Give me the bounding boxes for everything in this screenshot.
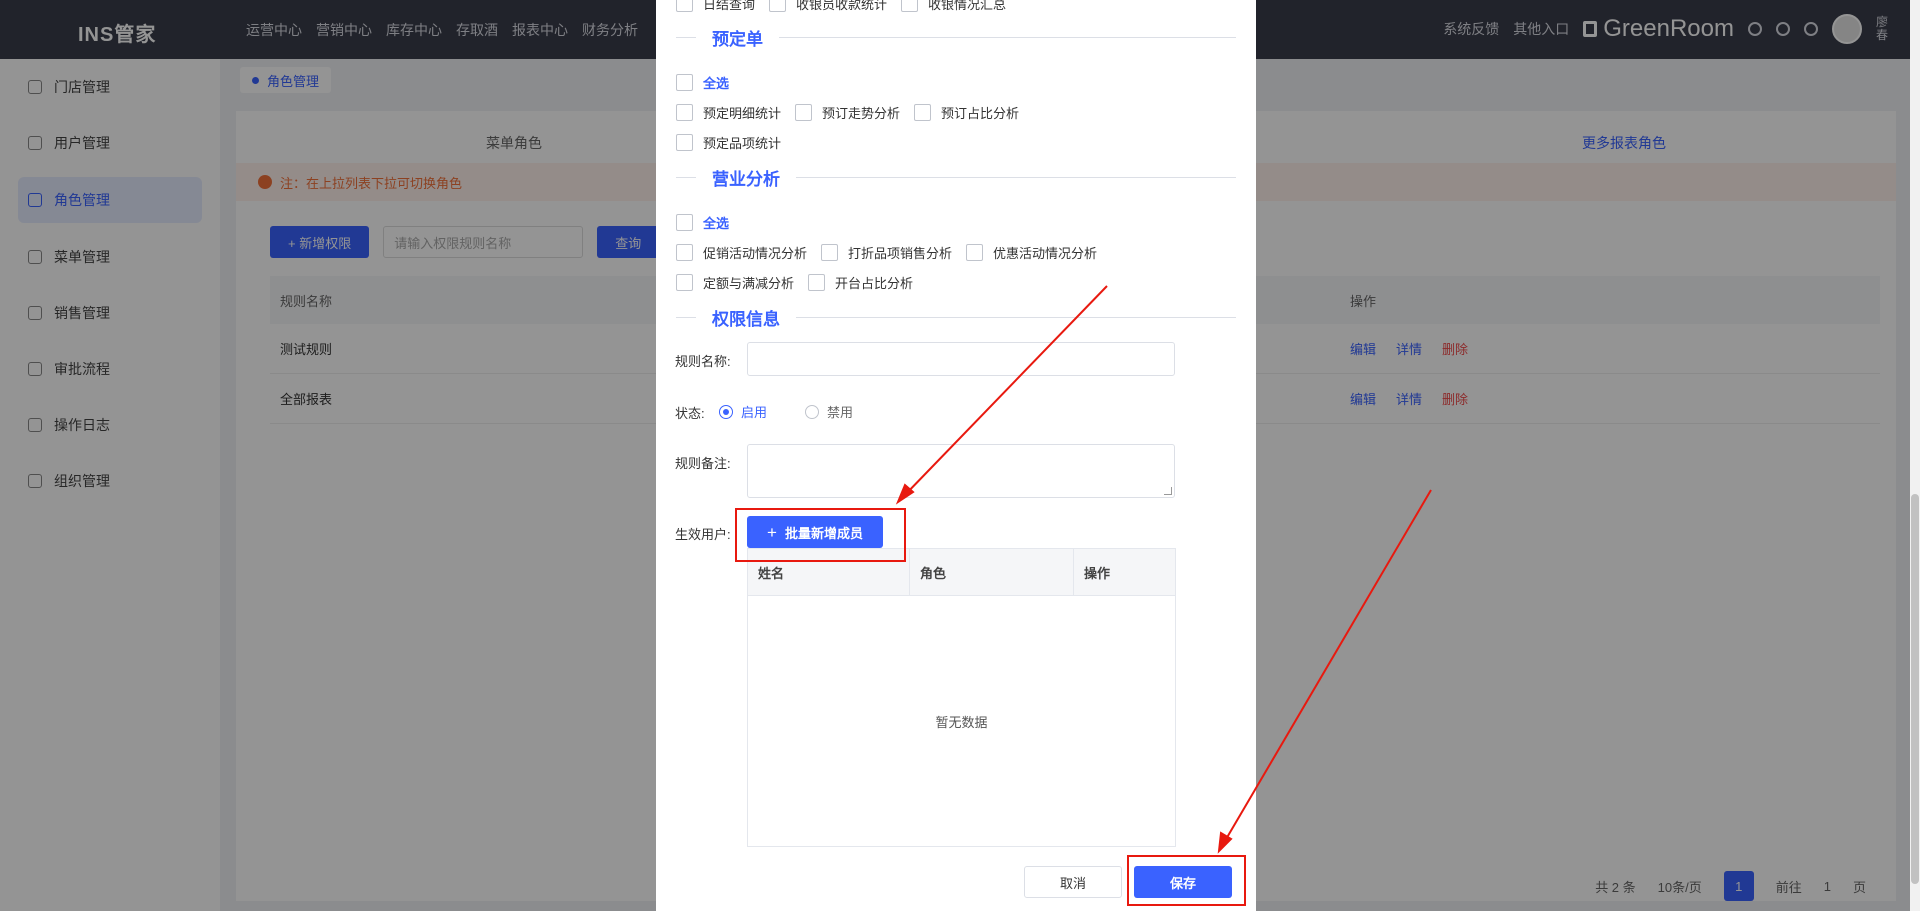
checkbox-box[interactable] (676, 74, 693, 91)
status-radio-enabled[interactable]: 启用 (719, 402, 767, 421)
checkbox-table-share[interactable]: 开台占比分析 (808, 273, 913, 292)
checkbox-box[interactable] (821, 244, 839, 261)
divider (676, 316, 696, 318)
checkbox-row: 预定明细统计 预订走势分析 预订占比分析 (676, 103, 1033, 122)
column-header-role: 角色 (910, 549, 1074, 595)
status-label: 状态: (675, 406, 705, 421)
checkbox-box[interactable] (901, 0, 919, 12)
section-title: 营业分析 (712, 169, 780, 189)
divider (779, 36, 1236, 38)
checkbox-select-all-booking[interactable]: 全选 (676, 73, 729, 92)
column-header-name: 姓名 (748, 549, 910, 595)
checkbox-box[interactable] (808, 274, 826, 291)
cancel-button[interactable]: 取消 (1024, 866, 1122, 898)
divider (796, 176, 1236, 178)
checkbox-label: 预订占比分析 (941, 106, 1020, 121)
checkbox-box[interactable] (795, 104, 813, 121)
checkbox-box[interactable] (676, 214, 693, 231)
checkbox-label: 收银员收款统计 (796, 0, 888, 12)
checkbox-box[interactable] (914, 104, 932, 121)
checkbox-promo-analysis[interactable]: 促销活动情况分析 (676, 243, 807, 262)
checkbox-cash-summary[interactable]: 收银情况汇总 (901, 0, 1006, 13)
radio-label: 禁用 (827, 405, 854, 420)
empty-state: 暂无数据 (935, 714, 988, 730)
checkbox-label: 预定明细统计 (703, 106, 782, 121)
radio-label: 启用 (741, 405, 768, 420)
checkbox-row: 定额与满减分析 开台占比分析 (676, 273, 927, 292)
checkbox-label: 定额与满减分析 (703, 276, 795, 291)
checkbox-label: 日结查询 (703, 0, 756, 12)
checkbox-box[interactable] (769, 0, 787, 12)
checkbox-box[interactable] (676, 274, 693, 291)
checkbox-label: 开台占比分析 (835, 276, 914, 291)
section-booking: 预定单 (676, 26, 1236, 49)
checkbox-booking-share[interactable]: 预订占比分析 (914, 103, 1019, 122)
rule-name-label: 规则名称: (675, 354, 731, 369)
checkbox-label: 促销活动情况分析 (703, 246, 808, 261)
effective-users-label: 生效用户: (675, 527, 731, 542)
remark-label: 规则备注: (675, 456, 731, 471)
checkbox-fixed-discount[interactable]: 定额与满减分析 (676, 273, 794, 292)
checkbox-row: 促销活动情况分析 打折品项销售分析 优惠活动情况分析 (676, 243, 1111, 262)
save-button[interactable]: 保存 (1134, 866, 1232, 898)
plus-icon: + (767, 522, 777, 542)
rule-name-input[interactable] (747, 342, 1175, 376)
checkbox-row: 日结查询 收银员收款统计 收银情况汇总 (676, 0, 1020, 13)
checkbox-label: 预定品项统计 (703, 136, 782, 151)
section-title: 预定单 (712, 29, 763, 49)
scroll-thumb[interactable] (1911, 494, 1919, 884)
checkbox-box[interactable] (966, 244, 984, 261)
checkbox-row: 全选 (676, 73, 743, 92)
divider (796, 316, 1236, 318)
checkbox-label: 收银情况汇总 (928, 0, 1007, 12)
checkbox-label: 全选 (703, 76, 730, 91)
checkbox-discount-items[interactable]: 打折品项销售分析 (821, 243, 952, 262)
checkbox-label: 优惠活动情况分析 (993, 246, 1098, 261)
checkbox-booking-items[interactable]: 预定品项统计 (676, 133, 781, 152)
checkbox-daily-query[interactable]: 日结查询 (676, 0, 755, 13)
resize-grip-icon[interactable] (1164, 487, 1172, 495)
table-header: 姓名 角色 操作 (748, 549, 1175, 596)
checkbox-box[interactable] (676, 134, 693, 151)
remark-textarea[interactable] (747, 444, 1175, 498)
radio-dot[interactable] (719, 404, 733, 419)
permission-dialog: 日结查询 收银员收款统计 收银情况汇总 预定单 全选 预定明细统计 预订走势分析… (656, 0, 1256, 911)
checkbox-label: 全选 (703, 216, 730, 231)
checkbox-booking-detail[interactable]: 预定明细统计 (676, 103, 781, 122)
status-radio-disabled[interactable]: 禁用 (805, 402, 853, 421)
checkbox-box[interactable] (676, 104, 693, 121)
divider (676, 36, 696, 38)
checkbox-select-all-business[interactable]: 全选 (676, 213, 729, 232)
section-title: 权限信息 (712, 309, 780, 329)
button-label: 批量新增成员 (784, 525, 863, 541)
checkbox-label: 打折品项销售分析 (848, 246, 953, 261)
section-business: 营业分析 (676, 166, 1236, 189)
checkbox-coupon-analysis[interactable]: 优惠活动情况分析 (966, 243, 1097, 262)
checkbox-row: 预定品项统计 (676, 133, 795, 152)
page-scrollbar[interactable] (1910, 0, 1920, 911)
divider (676, 176, 696, 178)
status-radio-group: 启用 禁用 (719, 402, 891, 421)
checkbox-row: 全选 (676, 213, 743, 232)
checkbox-cashier-stats[interactable]: 收银员收款统计 (769, 0, 887, 13)
section-permission: 权限信息 (676, 306, 1236, 329)
radio-dot[interactable] (805, 404, 820, 419)
member-table: 姓名 角色 操作 暂无数据 (747, 548, 1176, 847)
checkbox-box[interactable] (676, 0, 693, 12)
column-header-actions: 操作 (1084, 565, 1111, 581)
checkbox-label: 预订走势分析 (822, 106, 901, 121)
checkbox-booking-trend[interactable]: 预订走势分析 (795, 103, 900, 122)
batch-add-members-button[interactable]: + 批量新增成员 (747, 516, 883, 548)
checkbox-box[interactable] (676, 244, 693, 261)
